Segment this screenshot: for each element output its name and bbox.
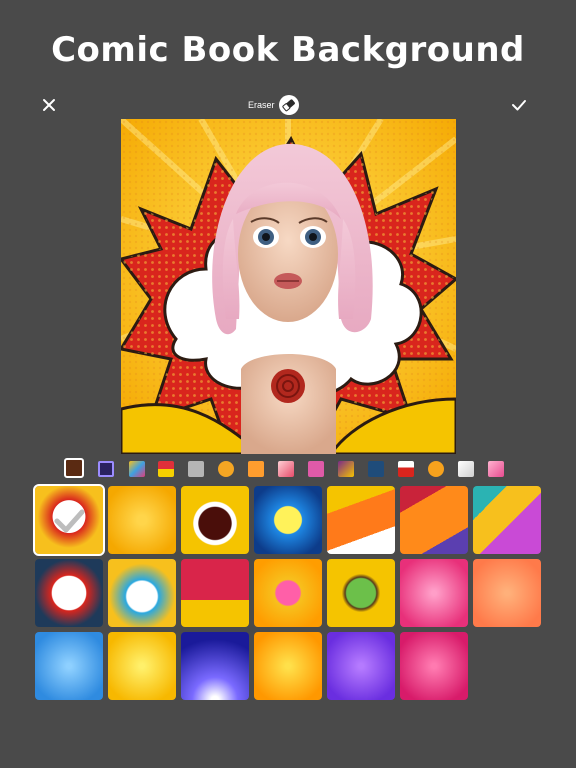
background-tile[interactable]: [254, 632, 322, 700]
filter-thumb[interactable]: [98, 461, 114, 477]
background-tile[interactable]: [327, 632, 395, 700]
filter-thumb[interactable]: [158, 461, 174, 477]
filter-thumb[interactable]: [248, 461, 264, 477]
background-tile[interactable]: [473, 559, 541, 627]
eraser-label: Eraser: [248, 100, 275, 110]
filter-thumb[interactable]: [188, 461, 204, 477]
comic-preview-image: [121, 119, 456, 454]
background-tile[interactable]: [400, 632, 468, 700]
background-tile[interactable]: [108, 486, 176, 554]
background-tile[interactable]: [35, 559, 103, 627]
filter-thumb[interactable]: [278, 461, 294, 477]
filter-thumb[interactable]: [64, 458, 84, 478]
background-tile[interactable]: [254, 559, 322, 627]
filter-thumb[interactable]: [398, 461, 414, 477]
background-tile[interactable]: [108, 632, 176, 700]
background-tile[interactable]: [473, 486, 541, 554]
check-icon: [512, 100, 526, 111]
filter-thumb[interactable]: [458, 461, 474, 477]
background-tile[interactable]: [254, 486, 322, 554]
filter-thumb[interactable]: [428, 461, 444, 477]
filter-thumb[interactable]: [368, 461, 384, 477]
preview-canvas[interactable]: [121, 119, 456, 454]
check-icon: [54, 509, 85, 533]
editor-toolbar: Eraser: [0, 90, 576, 120]
background-tile[interactable]: [327, 486, 395, 554]
filter-thumb[interactable]: [338, 461, 354, 477]
background-tile[interactable]: [108, 559, 176, 627]
close-icon: [43, 99, 55, 111]
filter-thumb[interactable]: [129, 461, 145, 477]
background-tile[interactable]: [33, 484, 105, 556]
confirm-button[interactable]: [508, 94, 530, 116]
filter-thumb[interactable]: [488, 461, 504, 477]
background-tile[interactable]: [35, 632, 103, 700]
background-tile[interactable]: [400, 486, 468, 554]
background-tile[interactable]: [181, 632, 249, 700]
page-title: Comic Book Background: [51, 30, 525, 70]
close-button[interactable]: [38, 94, 60, 116]
filter-strip: [62, 458, 518, 482]
background-tile[interactable]: [181, 486, 249, 554]
eraser-icon: [278, 95, 299, 115]
background-tile[interactable]: [400, 559, 468, 627]
background-tile[interactable]: [327, 559, 395, 627]
eraser-button[interactable]: Eraser: [248, 95, 299, 115]
filter-thumb[interactable]: [308, 461, 324, 477]
background-tile[interactable]: [181, 559, 249, 627]
filter-thumb[interactable]: [218, 461, 234, 477]
